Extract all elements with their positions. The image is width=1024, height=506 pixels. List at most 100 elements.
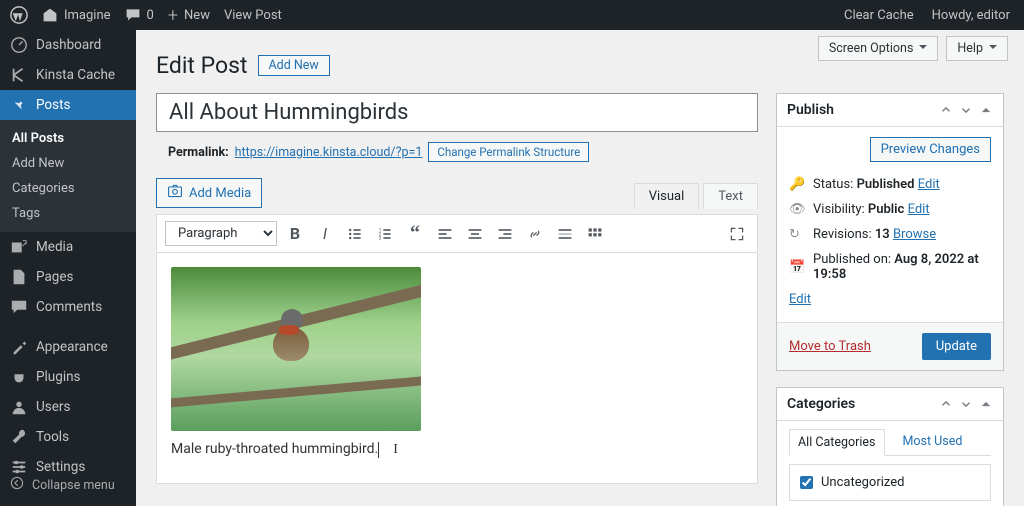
align-left-icon[interactable] [433,222,457,246]
change-permalink-button[interactable]: Change Permalink Structure [428,142,589,162]
sidebar-item-appearance[interactable]: Appearance [0,332,136,362]
brush-icon [10,338,28,356]
revisions-icon: ↻ [789,227,805,242]
publish-box-title: Publish [787,102,834,118]
sidebar-item-label: Media [36,239,73,255]
tab-text[interactable]: Text [703,183,758,209]
publish-box: Publish Preview Changes 🔑Status: Publish… [776,93,1004,371]
comments-count: 0 [147,8,154,23]
sidebar-sub-categories[interactable]: Categories [0,176,136,201]
chevron-down-icon [989,45,997,53]
align-center-icon[interactable] [463,222,487,246]
dashboard-icon [10,36,28,54]
post-title-input[interactable] [156,93,758,132]
sidebar-item-tools[interactable]: Tools [0,422,136,452]
link-icon[interactable] [523,222,547,246]
comment-icon [10,298,28,316]
tab-all-categories[interactable]: All Categories [789,429,885,456]
post-image[interactable] [171,267,421,431]
sidebar-submenu-posts: All Posts Add New Categories Tags [0,120,136,232]
view-post-link[interactable]: View Post [224,8,282,23]
tab-most-used[interactable]: Most Used [895,429,971,455]
category-checkbox[interactable] [800,476,813,489]
plug-icon [10,368,28,386]
sidebar-item-posts[interactable]: Posts [0,90,136,120]
user-icon [10,398,28,416]
site-link[interactable]: Imagine [42,7,111,23]
sidebar-item-users[interactable]: Users [0,392,136,422]
browse-revisions-link[interactable]: Browse [893,227,936,242]
tab-visual[interactable]: Visual [634,183,700,209]
category-item[interactable]: Uncategorized [800,475,980,490]
sidebar-item-comments[interactable]: Comments [0,292,136,322]
quote-icon[interactable]: “ [403,222,427,246]
toolbar-toggle-icon[interactable] [583,222,607,246]
comments-link[interactable]: 0 [125,7,154,23]
kinsta-icon [10,66,28,84]
categories-box: Categories All Categories Most Used [776,387,1004,506]
toggle-icon[interactable] [979,397,993,411]
sidebar-item-pages[interactable]: Pages [0,262,136,292]
sidebar-item-label: Comments [36,299,102,315]
pin-icon [10,96,28,114]
sidebar-item-label: Dashboard [36,37,101,53]
howdy-user[interactable]: Howdy, editor [932,8,1010,23]
help-button[interactable]: Help [946,36,1008,61]
sidebar-item-label: Users [36,399,70,415]
editor-content[interactable]: Male ruby-throated hummingbird. I [157,253,757,483]
key-icon: 🔑 [789,177,805,192]
sidebar-item-label: Appearance [36,339,108,355]
toggle-icon[interactable] [979,103,993,117]
preview-changes-button[interactable]: Preview Changes [870,137,991,162]
categories-box-title: Categories [787,396,855,412]
move-to-trash-link[interactable]: Move to Trash [789,339,871,354]
media-icon [10,238,28,256]
chevron-up-icon[interactable] [939,397,953,411]
update-button[interactable]: Update [922,333,991,360]
edit-published-link[interactable]: Edit [789,292,811,307]
italic-icon[interactable]: I [313,222,337,246]
sidebar-item-label: Pages [36,269,74,285]
align-right-icon[interactable] [493,222,517,246]
svg-text:3: 3 [379,235,382,241]
format-select[interactable]: Paragraph [165,221,277,246]
site-name: Imagine [64,8,111,23]
permalink-url[interactable]: https://imagine.kinsta.cloud/?p=1 [235,145,423,160]
screen-options-button[interactable]: Screen Options [818,36,939,61]
sidebar-sub-tags[interactable]: Tags [0,201,136,226]
fullscreen-icon[interactable] [725,222,749,246]
sidebar-item-label: Tools [36,429,69,445]
page-icon [10,268,28,286]
wrench-icon [10,428,28,446]
caption-text: Male ruby-throated hummingbird. [171,441,378,457]
bullet-list-icon[interactable] [343,222,367,246]
category-label: Uncategorized [821,475,904,490]
more-icon[interactable] [553,222,577,246]
new-content-link[interactable]: + New [168,5,210,26]
eye-icon: 👁 [789,202,805,217]
number-list-icon[interactable]: 123 [373,222,397,246]
sidebar-item-label: Posts [36,97,70,113]
add-new-button[interactable]: Add New [258,55,330,76]
sidebar-item-kinsta-cache[interactable]: Kinsta Cache [0,60,136,90]
edit-visibility-link[interactable]: Edit [908,202,930,217]
chevron-down-icon[interactable] [959,103,973,117]
sidebar-item-label: Plugins [36,369,81,385]
chevron-down-icon[interactable] [959,397,973,411]
sidebar-sub-add-new[interactable]: Add New [0,151,136,176]
text-cursor-icon: I [393,442,398,458]
collapse-label: Collapse menu [32,478,115,493]
collapse-menu[interactable]: Collapse menu [0,470,136,500]
sidebar-item-media[interactable]: Media [0,232,136,262]
bold-icon[interactable]: B [283,222,307,246]
sidebar-item-dashboard[interactable]: Dashboard [0,30,136,60]
chevron-up-icon[interactable] [939,103,953,117]
edit-status-link[interactable]: Edit [918,177,940,192]
sidebar-sub-all-posts[interactable]: All Posts [0,126,136,151]
sidebar-item-plugins[interactable]: Plugins [0,362,136,392]
clear-cache-link[interactable]: Clear Cache [844,8,914,23]
add-media-button[interactable]: Add Media [156,178,262,208]
wordpress-logo-icon[interactable] [10,6,28,24]
sidebar-item-label: Kinsta Cache [36,67,115,83]
permalink-label: Permalink: [168,145,229,160]
